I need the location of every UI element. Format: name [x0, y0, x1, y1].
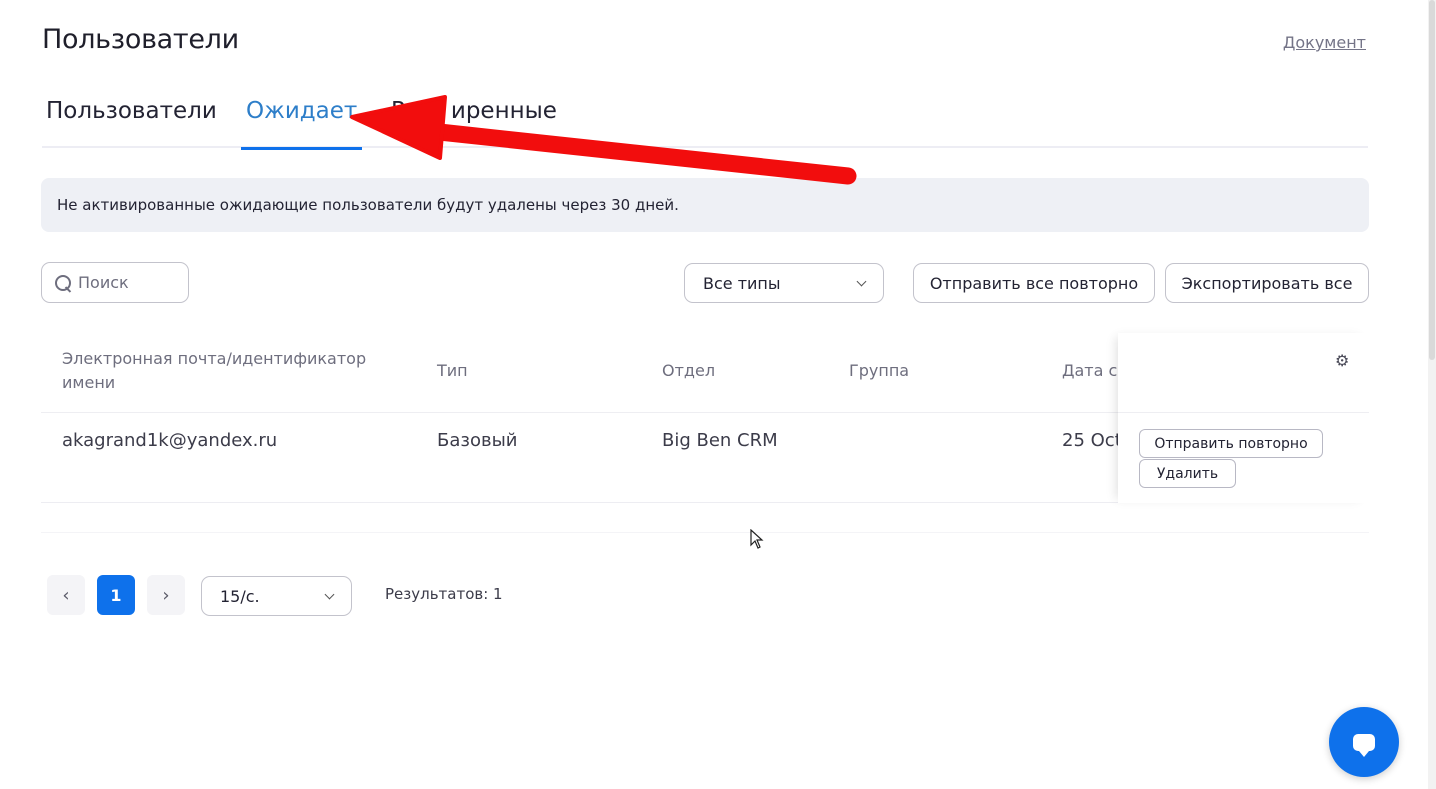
notice-banner: Не активированные ожидающие пользователи…	[41, 178, 1369, 232]
page-title: Пользователи	[42, 24, 239, 55]
header-divider	[41, 412, 1118, 413]
row-date: 25 Oct	[1062, 430, 1122, 451]
column-header-department[interactable]: Отдел	[662, 359, 715, 383]
resend-button[interactable]: Отправить повторно	[1139, 429, 1323, 458]
tab-pending[interactable]: Ожидает	[240, 92, 363, 150]
scrollbar[interactable]	[1428, 0, 1436, 789]
tab-bar: Пользователи Ожидает Р иренные	[42, 92, 1368, 150]
resend-all-button[interactable]: Отправить все повторно	[913, 263, 1155, 303]
document-link[interactable]: Документ	[1283, 33, 1366, 52]
row-department: Big Ben CRM	[662, 430, 778, 451]
tab-users[interactable]: Пользователи	[46, 92, 217, 148]
type-filter-select[interactable]: Все типы	[684, 263, 884, 303]
row-type: Базовый	[437, 430, 518, 451]
cursor-icon	[750, 529, 764, 549]
scrollbar-thumb[interactable]	[1429, 0, 1435, 360]
results-count: Результатов: 1	[385, 585, 503, 603]
chat-icon	[1353, 733, 1375, 757]
column-header-email[interactable]: Электронная почта/идентификатор имени	[62, 347, 382, 395]
tab-advanced[interactable]: Р иренные	[391, 92, 557, 148]
chat-button[interactable]	[1329, 707, 1399, 777]
chevron-down-icon	[324, 589, 335, 599]
column-header-group[interactable]: Группа	[849, 359, 909, 383]
actions-column: ⚙ Отправить повторно Удалить	[1118, 333, 1369, 503]
column-header-type[interactable]: Тип	[437, 359, 468, 383]
search-box[interactable]	[41, 262, 189, 303]
search-icon	[54, 274, 72, 292]
page-size-value: 15/с.	[220, 586, 260, 606]
search-input[interactable]	[78, 273, 168, 292]
chevron-right-icon[interactable]: ›	[147, 575, 185, 615]
actions-header-divider	[1118, 412, 1369, 413]
gear-icon[interactable]: ⚙	[1335, 353, 1349, 369]
page-number-current[interactable]: 1	[97, 575, 135, 615]
row-email: akagrand1k@yandex.ru	[62, 430, 278, 451]
type-filter-value: Все типы	[703, 273, 781, 293]
chevron-down-icon	[856, 276, 867, 286]
export-all-button[interactable]: Экспортировать все	[1165, 263, 1369, 303]
page-size-select[interactable]: 15/с.	[201, 576, 352, 616]
chevron-left-icon[interactable]: ‹	[47, 575, 85, 615]
table-bottom-divider	[41, 532, 1369, 533]
delete-button[interactable]: Удалить	[1139, 459, 1236, 488]
